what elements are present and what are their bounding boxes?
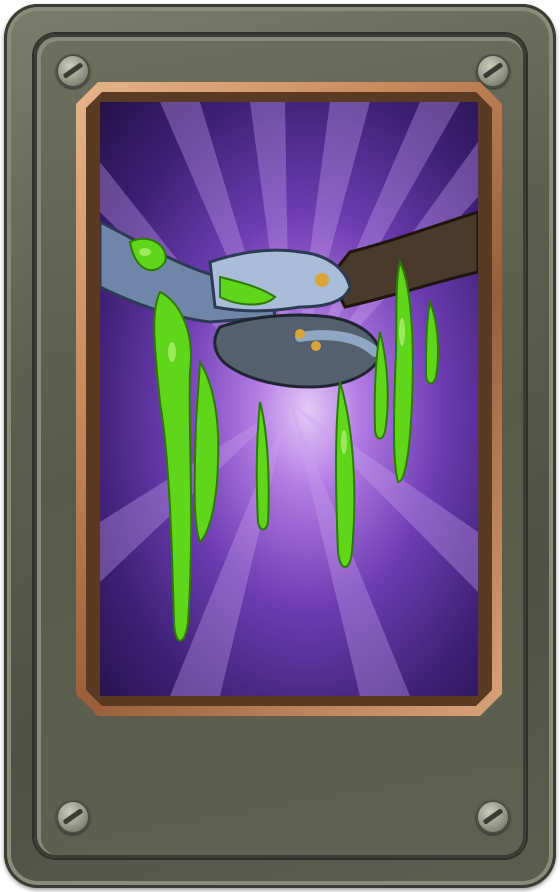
card-artwork	[100, 102, 478, 696]
handshake-slime-art	[100, 102, 478, 696]
art-frame[interactable]	[76, 82, 502, 716]
light-rays	[100, 102, 478, 696]
lower-hand	[215, 315, 380, 387]
screw-top-right-icon	[476, 54, 510, 88]
screw-bottom-right-icon	[476, 800, 510, 834]
card-frame	[4, 4, 556, 888]
screw-bottom-left-icon	[56, 800, 90, 834]
screw-top-left-icon	[56, 54, 90, 88]
